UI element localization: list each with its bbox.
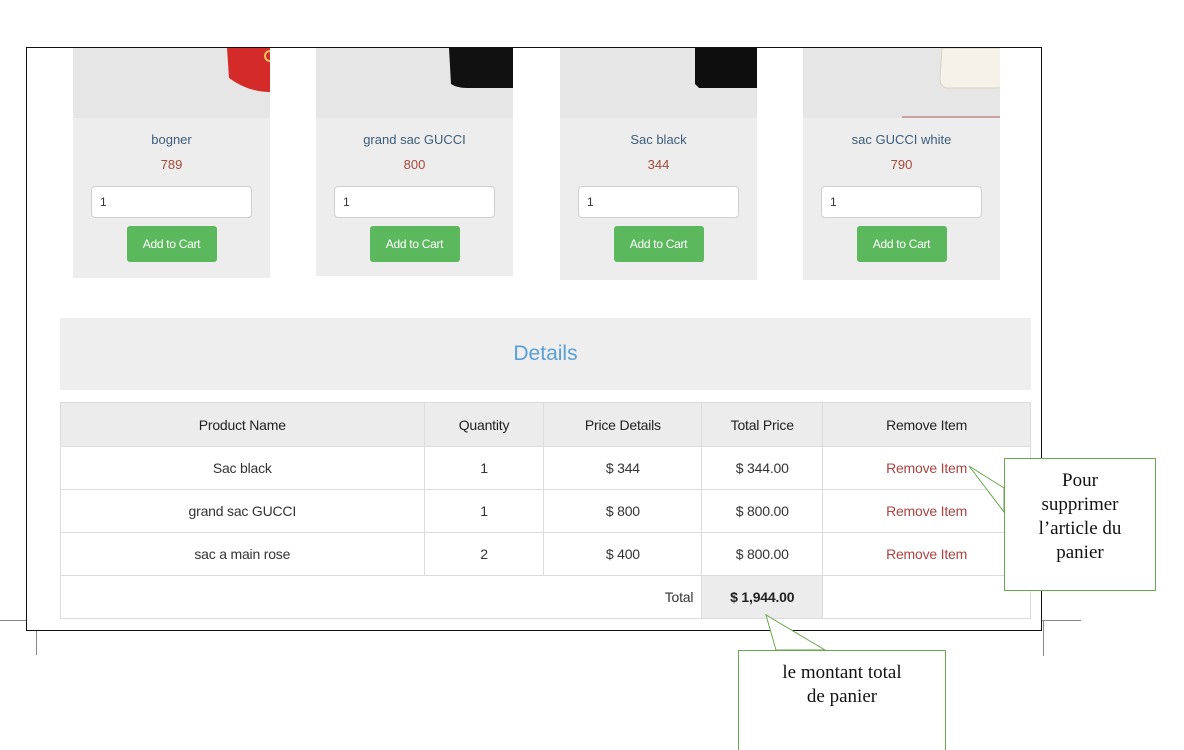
table-row: sac a main rose 2 $ 400 $ 800.00 Remove … <box>60 532 1031 576</box>
column-header: Product Name <box>60 402 425 447</box>
product-price: 344 <box>647 157 670 172</box>
table-total-row: Total $ 1,944.00 <box>59 575 1031 619</box>
empty-cell <box>822 575 1031 619</box>
product-image <box>803 48 1000 118</box>
product-name[interactable]: sac GUCCI white <box>803 132 1000 147</box>
cell-total: $ 800.00 <box>701 489 824 533</box>
table-row: grand sac GUCCI 1 $ 800 $ 800.00 Remove … <box>60 489 1031 533</box>
total-amount: $ 1,944.00 <box>701 575 824 619</box>
callout-text: Pour <box>1062 470 1098 491</box>
cell-price: $ 344 <box>543 446 703 490</box>
column-header: Total Price <box>701 402 824 447</box>
callout-text: supprimer <box>1041 494 1119 515</box>
screenshot-frame: bogner 789 Add to Cart grand sac GUCCI 8… <box>26 47 1042 631</box>
remove-item-link[interactable]: Remove Item <box>822 489 1031 533</box>
quantity-input[interactable] <box>821 186 982 218</box>
add-to-cart-button[interactable]: Add to Cart <box>126 226 217 262</box>
page-corner-left-v <box>36 629 37 655</box>
cell-total: $ 800.00 <box>701 532 824 576</box>
quantity-input[interactable] <box>578 186 739 218</box>
cell-quantity: 1 <box>423 446 545 490</box>
details-title: Details <box>60 318 1031 390</box>
black-bag-icon <box>448 48 513 88</box>
total-callout: le montant total de panier <box>738 650 946 750</box>
remove-item-link[interactable]: Remove Item <box>822 446 1031 490</box>
product-price: 800 <box>403 157 426 172</box>
add-to-cart-button[interactable]: Add to Cart <box>613 226 704 262</box>
column-header: Remove Item <box>822 402 1031 447</box>
product-price: 790 <box>890 157 913 172</box>
product-name[interactable]: bogner <box>73 132 270 147</box>
callout-text: le montant total <box>782 662 902 683</box>
cell-total: $ 344.00 <box>701 446 824 490</box>
callout-text: de panier <box>806 686 878 707</box>
cell-quantity: 1 <box>423 489 545 533</box>
page-corner-left-h <box>0 620 26 621</box>
add-to-cart-button[interactable]: Add to Cart <box>369 226 460 262</box>
product-image <box>560 48 757 118</box>
table-row: Sac black 1 $ 344 $ 344.00 Remove Item <box>60 446 1031 490</box>
quantity-input[interactable] <box>334 186 495 218</box>
cart-table: Product Name Quantity Price Details Tota… <box>59 402 1031 619</box>
quantity-input[interactable] <box>91 186 252 218</box>
red-belt-bag-icon <box>226 48 270 92</box>
page-corner-right-v <box>1043 620 1044 656</box>
product-card: Sac black 344 Add to Cart <box>560 48 757 280</box>
black-bag-icon <box>694 48 757 88</box>
product-card: bogner 789 Add to Cart <box>73 48 270 278</box>
cell-price: $ 400 <box>543 532 703 576</box>
product-image <box>316 48 513 118</box>
callout-text: panier <box>1056 542 1104 563</box>
column-header: Price Details <box>543 402 703 447</box>
page-corner-right-h <box>1041 620 1081 621</box>
add-to-cart-button[interactable]: Add to Cart <box>856 226 947 262</box>
cell-product-name: sac a main rose <box>60 532 425 576</box>
product-name[interactable]: Sac black <box>560 132 757 147</box>
product-image <box>73 48 270 118</box>
remove-callout: Pour supprimer l’article du panier <box>1004 458 1156 591</box>
product-name[interactable]: grand sac GUCCI <box>316 132 513 147</box>
white-bag-icon <box>901 48 1000 118</box>
column-header: Quantity <box>423 402 545 447</box>
total-label: Total <box>59 575 703 619</box>
product-price: 789 <box>160 157 183 172</box>
cell-product-name: grand sac GUCCI <box>60 489 425 533</box>
cell-product-name: Sac black <box>60 446 425 490</box>
table-header-row: Product Name Quantity Price Details Tota… <box>60 402 1031 447</box>
cell-price: $ 800 <box>543 489 703 533</box>
remove-item-link[interactable]: Remove Item <box>822 532 1031 576</box>
product-card: sac GUCCI white 790 Add to Cart <box>803 48 1000 280</box>
product-card: grand sac GUCCI 800 Add to Cart <box>316 48 513 276</box>
callout-text: l’article du <box>1038 518 1122 539</box>
cell-quantity: 2 <box>423 532 545 576</box>
